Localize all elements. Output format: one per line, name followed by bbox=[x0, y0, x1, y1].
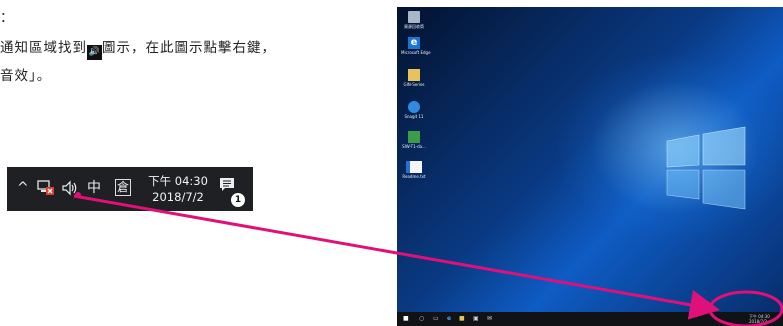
mail-taskbar-icon[interactable]: ✉ bbox=[487, 315, 492, 322]
clock-date: 2018/7/2 bbox=[152, 190, 204, 204]
start-icon[interactable]: ■ bbox=[403, 315, 409, 322]
desktop-icon-app[interactable]: SIW-T1-da... bbox=[401, 131, 427, 149]
desktop-icon-label: GIN-Series bbox=[403, 82, 425, 87]
manual-text-line1: ： bbox=[0, 10, 15, 26]
desktop-icon-snagit[interactable]: Snagit 11 bbox=[401, 101, 427, 119]
notification-count-badge: 1 bbox=[231, 193, 245, 207]
windows-logo-wallpaper bbox=[666, 126, 746, 210]
desktop-icon-recycle-bin[interactable]: 資源回收筒 bbox=[401, 11, 427, 29]
task-view-icon[interactable]: ▭ bbox=[433, 315, 439, 322]
desktop-icon-label: 資源回收筒 bbox=[404, 24, 424, 29]
search-icon[interactable]: ○ bbox=[419, 315, 424, 322]
manual-text-line2: 通知區域找到 🔊 圖示，在此圖示點擊右鍵， bbox=[0, 36, 276, 60]
taskbar-clock[interactable]: 下午 04:30 2018/7/2 bbox=[143, 173, 213, 205]
explorer-taskbar-icon[interactable]: ■ bbox=[459, 315, 465, 322]
store-taskbar-icon[interactable]: ▣ bbox=[473, 315, 479, 322]
taskbar-notification-area-zoom: ^ 中 倉 下午 04:30 2018/7/2 1 bbox=[7, 167, 253, 211]
speaker-icon: 🔊 bbox=[87, 45, 102, 60]
edge-taskbar-icon[interactable]: e bbox=[447, 315, 451, 322]
manual-text-line2-after: 圖示，在此圖示點擊右鍵， bbox=[102, 40, 276, 56]
clock-time: 下午 04:30 bbox=[148, 174, 208, 188]
recycle-bin-icon bbox=[408, 11, 420, 23]
folder-icon bbox=[408, 69, 420, 81]
desktop-icon-text-file[interactable]: Readme.txt bbox=[401, 161, 427, 179]
snagit-icon bbox=[408, 101, 420, 113]
desktop-screenshot: 資源回收筒 e Microsoft Edge GIN-Series Snagit… bbox=[397, 7, 783, 326]
edge-icon: e bbox=[408, 37, 420, 49]
desktop-icon-label: SIW-T1-da... bbox=[402, 144, 426, 149]
manual-text-line3: 音效」。 bbox=[0, 68, 52, 84]
desktop-icon-label: Snagit 11 bbox=[404, 114, 424, 119]
show-hidden-icons-chevron-icon[interactable]: ^ bbox=[17, 179, 29, 197]
desktop-icon-folder[interactable]: GIN-Series bbox=[401, 69, 427, 87]
ime-mode-indicator[interactable]: 倉 bbox=[115, 179, 132, 196]
desktop-taskbar-clock[interactable]: 下午 04:30 2018/7/2 bbox=[749, 314, 783, 324]
text-file-icon bbox=[406, 161, 422, 173]
desktop-icon-label: Microsoft Edge bbox=[401, 50, 431, 55]
app-icon bbox=[408, 131, 420, 143]
network-error-icon[interactable] bbox=[37, 180, 55, 201]
desktop-taskbar: ■ ○ ▭ e ■ ▣ ✉ 下午 04:30 2018/7/2 bbox=[397, 312, 783, 326]
desktop-icon-label: Readme.txt bbox=[402, 174, 426, 179]
input-method-indicator[interactable]: 中 bbox=[87, 179, 101, 197]
desktop-icon-edge[interactable]: e Microsoft Edge bbox=[401, 37, 431, 55]
speaker-icon[interactable] bbox=[61, 180, 79, 201]
manual-text-line2-before: 通知區域找到 bbox=[0, 40, 87, 56]
